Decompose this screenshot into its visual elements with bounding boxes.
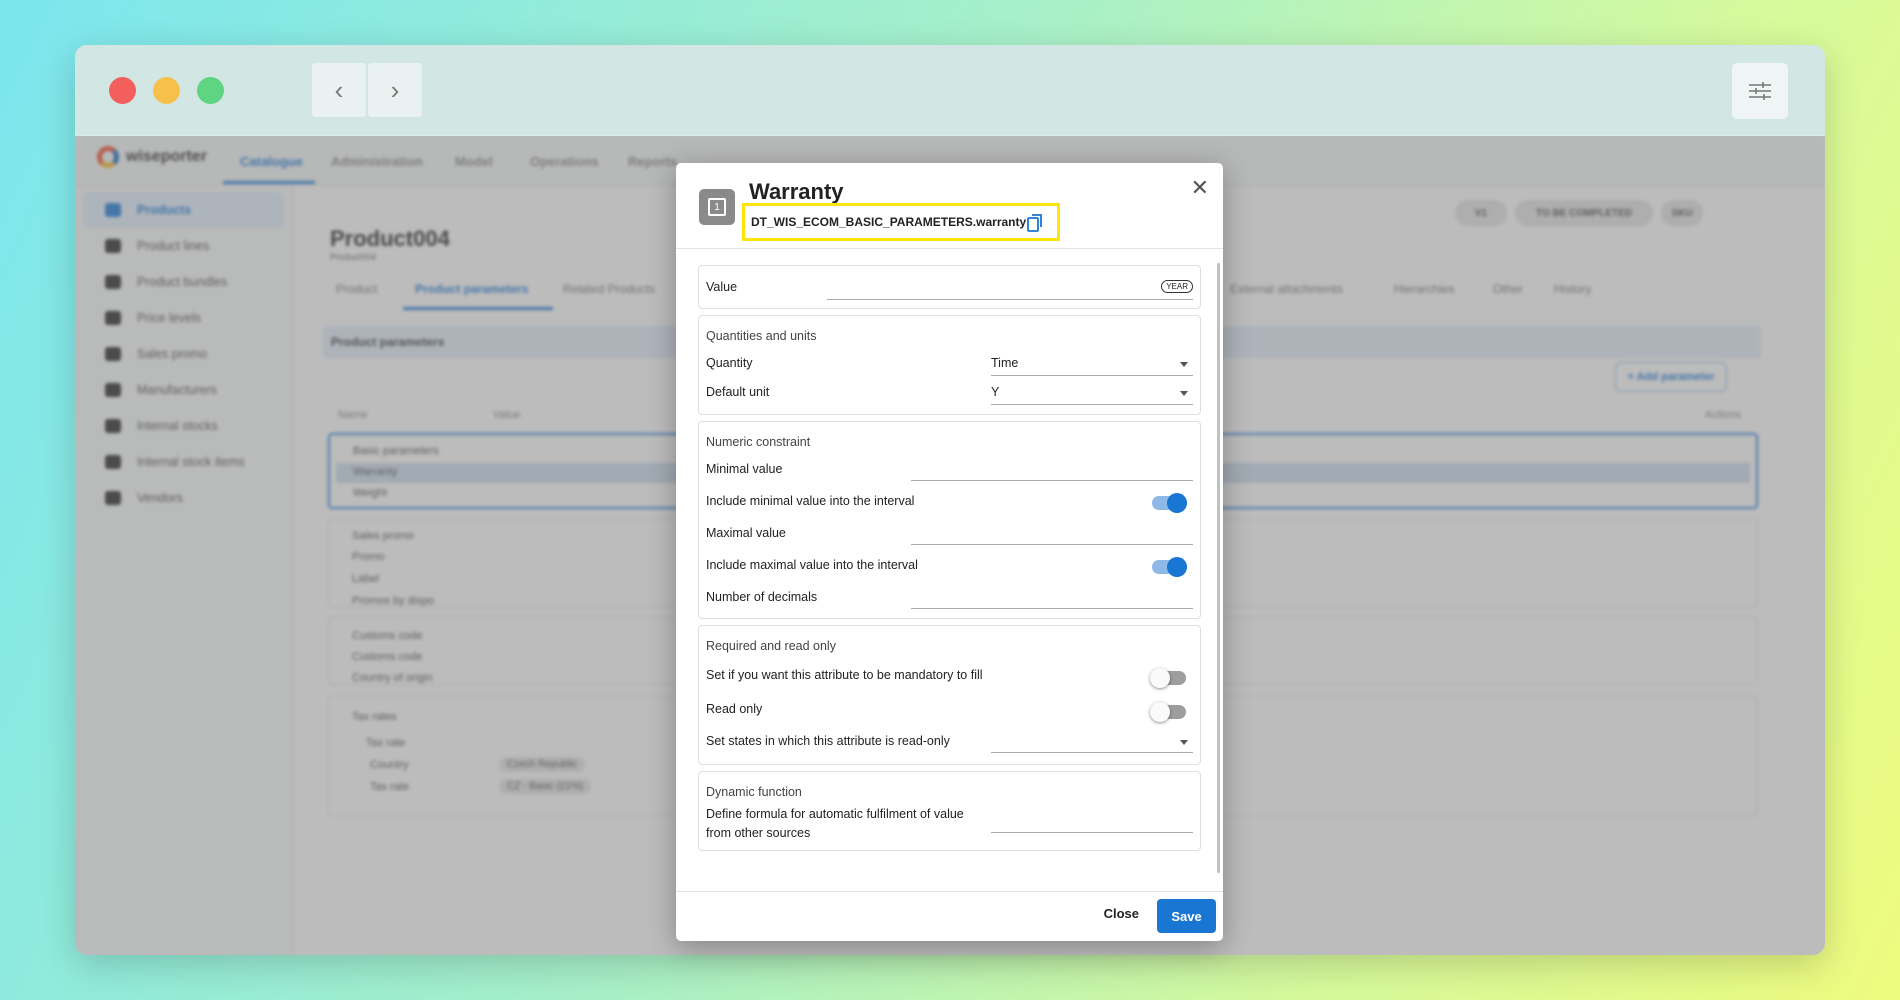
chevron-left-icon: ‹ xyxy=(334,74,344,105)
quantity-select[interactable] xyxy=(991,375,1193,376)
readonly-toggle[interactable] xyxy=(1150,702,1186,722)
dialog-body: Value YEAR Quantities and units Quantity… xyxy=(676,250,1223,891)
forward-button[interactable]: › xyxy=(368,63,422,117)
back-button[interactable]: ‹ xyxy=(312,63,366,117)
default-unit-label: Default unit xyxy=(706,385,770,399)
minimize-window-dot[interactable] xyxy=(153,77,180,104)
sliders-icon xyxy=(1749,82,1771,100)
quantities-card: Quantities and units Quantity Time Defau… xyxy=(698,315,1201,415)
save-button[interactable]: Save xyxy=(1157,899,1216,933)
attribute-code-highlight: DT_WIS_ECOM_BASIC_PARAMETERS.warranty xyxy=(742,203,1060,241)
chevron-down-icon[interactable] xyxy=(1180,362,1188,367)
min-value-input[interactable] xyxy=(911,480,1193,481)
numeric-title: Numeric constraint xyxy=(706,435,811,449)
include-max-toggle[interactable] xyxy=(1152,557,1187,577)
readonly-states-select[interactable] xyxy=(991,752,1193,753)
formula-label-line2: from other sources xyxy=(706,826,811,840)
chevron-right-icon: › xyxy=(390,74,400,105)
include-min-toggle[interactable] xyxy=(1152,493,1187,513)
dialog-title: Warranty xyxy=(749,179,844,204)
settings-button[interactable] xyxy=(1732,63,1788,119)
warranty-dialog: 1 Warranty DT_WIS_ECOM_BASIC_PARAMETERS.… xyxy=(676,163,1223,941)
dialog-footer: Close Save xyxy=(676,891,1223,941)
quantities-title: Quantities and units xyxy=(706,329,817,343)
copy-icon[interactable] xyxy=(1027,214,1043,232)
mandatory-toggle[interactable] xyxy=(1150,668,1186,688)
quantity-select-value[interactable]: Time xyxy=(991,356,1018,370)
chevron-down-icon[interactable] xyxy=(1180,391,1188,396)
max-value-label: Maximal value xyxy=(706,526,786,540)
mandatory-label: Set if you want this attribute to be man… xyxy=(706,668,983,682)
formula-input[interactable] xyxy=(991,832,1193,833)
formula-label: Define formula for automatic fulfilment … xyxy=(706,807,964,821)
default-unit-select[interactable] xyxy=(991,404,1193,405)
chevron-down-icon[interactable] xyxy=(1180,740,1188,745)
close-button[interactable]: Close xyxy=(1104,906,1139,921)
decimals-label: Number of decimals xyxy=(706,590,818,604)
min-value-label: Minimal value xyxy=(706,462,783,476)
readonly-label: Read only xyxy=(706,702,763,716)
close-window-dot[interactable] xyxy=(109,77,136,104)
decimals-input[interactable] xyxy=(911,608,1193,609)
required-readonly-card: Required and read only Set if you want t… xyxy=(698,625,1201,765)
required-title: Required and read only xyxy=(706,639,836,653)
value-input[interactable] xyxy=(827,299,1193,300)
attribute-code: DT_WIS_ECOM_BASIC_PARAMETERS.warranty xyxy=(751,215,1027,229)
maximize-window-dot[interactable] xyxy=(197,77,224,104)
parameter-type-icon: 1 xyxy=(699,189,735,225)
include-max-label: Include maximal value into the interval xyxy=(706,558,918,572)
max-value-input[interactable] xyxy=(911,544,1193,545)
window-chrome: ‹ › xyxy=(75,45,1825,136)
close-icon[interactable]: ✕ xyxy=(1191,175,1209,201)
value-label: Value xyxy=(706,280,738,294)
dynamic-function-card: Dynamic function Define formula for auto… xyxy=(698,771,1201,851)
value-card: Value YEAR xyxy=(698,265,1201,309)
unit-chip: YEAR xyxy=(1161,280,1193,293)
dynamic-title: Dynamic function xyxy=(706,785,802,799)
include-min-label: Include minimal value into the interval xyxy=(706,494,915,508)
quantity-label: Quantity xyxy=(706,356,753,370)
readonly-states-label: Set states in which this attribute is re… xyxy=(706,734,950,748)
default-unit-select-value[interactable]: Y xyxy=(991,385,999,399)
dialog-header: 1 Warranty DT_WIS_ECOM_BASIC_PARAMETERS.… xyxy=(676,163,1223,249)
numeric-constraint-card: Numeric constraint Minimal value Include… xyxy=(698,421,1201,619)
